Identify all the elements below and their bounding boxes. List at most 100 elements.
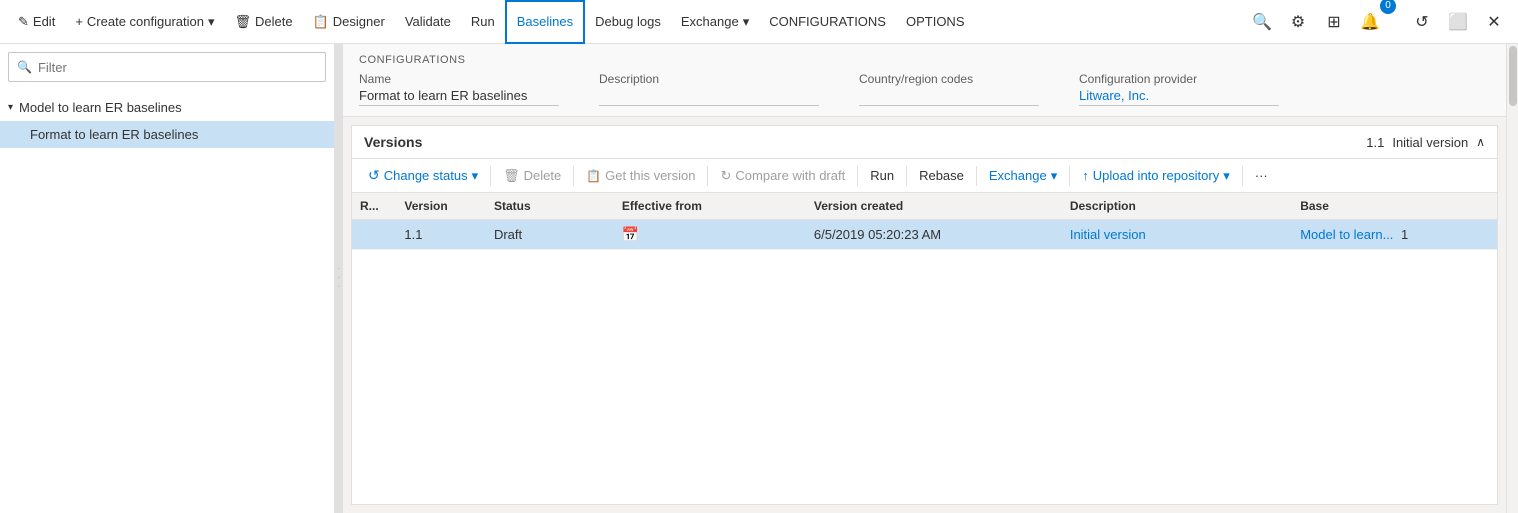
versions-delete-icon: 🗑 [503, 168, 520, 184]
cell-r [352, 220, 396, 250]
col-header-version: Version [396, 193, 486, 220]
base-number: 1 [1401, 227, 1408, 242]
delete-button[interactable]: 🗑 Delete [225, 0, 303, 44]
upload-dropdown-icon: ▾ [1223, 168, 1230, 184]
col-header-effective-from: Effective from [614, 193, 806, 220]
exchange-button[interactable]: Exchange ▾ [671, 0, 759, 44]
refresh-button[interactable]: ↺ [1406, 6, 1438, 38]
search-toolbar-button[interactable]: 🔍 [1246, 6, 1278, 38]
dropdown-arrow-icon: ▾ [208, 14, 215, 30]
col-header-description: Description [1062, 193, 1292, 220]
sidebar: 🔍 ▾ Model to learn ER baselines Format t… [0, 44, 335, 513]
main-layout: 🔍 ▾ Model to learn ER baselines Format t… [0, 44, 1518, 513]
create-config-button[interactable]: + Create configuration ▾ [65, 0, 224, 44]
configurations-nav-button[interactable]: CONFIGURATIONS [759, 0, 896, 44]
country-label: Country/region codes [859, 72, 1039, 86]
config-fields: Name Format to learn ER baselines Descri… [359, 72, 1490, 106]
more-icon: ··· [1255, 168, 1268, 183]
version-number: 1.1 [1366, 135, 1384, 150]
filter-container: 🔍 [8, 52, 326, 82]
description-label: Description [599, 72, 819, 86]
edit-icon: ✎ [18, 14, 29, 30]
toolbar-separator-7 [1069, 166, 1070, 186]
get-version-icon: 📋 [586, 169, 601, 183]
run-button[interactable]: Run [461, 0, 505, 44]
designer-icon: 📋 [313, 14, 329, 30]
cell-effective-from: 📅 [614, 220, 806, 250]
tree-parent-item[interactable]: ▾ Model to learn ER baselines [0, 94, 334, 121]
versions-table: R... Version Status Effective from Versi… [352, 193, 1497, 504]
options-button[interactable]: OPTIONS [896, 0, 975, 44]
baselines-button[interactable]: Baselines [505, 0, 585, 44]
notification-container: 🔔 0 [1354, 6, 1402, 38]
scrollbar-thumb[interactable] [1509, 46, 1517, 106]
base-link[interactable]: Model to learn... [1300, 227, 1393, 242]
tree-child-item[interactable]: Format to learn ER baselines [0, 121, 334, 148]
versions-header: Versions 1.1 Initial version ∧ [352, 126, 1497, 159]
maximize-button[interactable]: ⬜ [1442, 6, 1474, 38]
versions-chevron-icon[interactable]: ∧ [1476, 135, 1485, 149]
designer-button[interactable]: 📋 Designer [303, 0, 395, 44]
versions-exchange-dropdown-icon: ▾ [1051, 168, 1058, 184]
close-button[interactable]: ✕ [1478, 6, 1510, 38]
table-header-row: R... Version Status Effective from Versi… [352, 193, 1497, 220]
upload-into-repository-button[interactable]: ↑ Upload into repository ▾ [1074, 164, 1238, 188]
plus-icon: + [75, 14, 83, 29]
content-area: CONFIGURATIONS Name Format to learn ER b… [343, 44, 1506, 513]
config-field-country: Country/region codes [859, 72, 1039, 106]
scrollbar[interactable] [1506, 44, 1518, 513]
col-header-base: Base [1292, 193, 1497, 220]
versions-toolbar: ↺ Change status ▾ 🗑 Delete 📋 Get this ve… [352, 159, 1497, 193]
tree-parent-label: Model to learn ER baselines [19, 100, 182, 115]
col-header-version-created: Version created [806, 193, 1062, 220]
toolbar-separator-2 [573, 166, 574, 186]
section-label: CONFIGURATIONS [359, 54, 1490, 66]
settings-icon-button[interactable]: ⚙ [1282, 6, 1314, 38]
versions-delete-button[interactable]: 🗑 Delete [495, 164, 569, 188]
provider-label: Configuration provider [1079, 72, 1279, 86]
rebase-button[interactable]: Rebase [911, 164, 972, 187]
provider-value[interactable]: Litware, Inc. [1079, 88, 1279, 106]
gear-icon: ⚙ [1291, 12, 1305, 32]
get-this-version-button[interactable]: 📋 Get this version [578, 164, 703, 187]
edit-button[interactable]: ✎ Edit [8, 0, 65, 44]
versions-panel: Versions 1.1 Initial version ∧ ↺ Change … [351, 125, 1498, 505]
cell-version: 1.1 [396, 220, 486, 250]
toolbar-right: 🔍 ⚙ ⊞ 🔔 0 ↺ ⬜ ✕ [1246, 6, 1510, 38]
search-icon: 🔍 [1252, 12, 1272, 32]
refresh-icon: ↺ [1415, 12, 1428, 32]
toolbar-separator-8 [1242, 166, 1243, 186]
versions-meta: 1.1 Initial version ∧ [1366, 135, 1485, 150]
col-header-status: Status [486, 193, 614, 220]
windows-icon-button[interactable]: ⊞ [1318, 6, 1350, 38]
table-row[interactable]: 1.1 Draft 📅 6/5/2019 05:20:23 AM Initial… [352, 220, 1497, 250]
cell-status: Draft [486, 220, 614, 250]
name-label: Name [359, 72, 559, 86]
resize-handle[interactable]: · · · [335, 44, 343, 513]
toolbar-separator-4 [857, 166, 858, 186]
versions-exchange-button[interactable]: Exchange ▾ [981, 164, 1065, 188]
main-toolbar: ✎ Edit + Create configuration ▾ 🗑 Delete… [0, 0, 1518, 44]
country-value [859, 88, 1039, 106]
debug-logs-button[interactable]: Debug logs [585, 0, 671, 44]
versions-run-button[interactable]: Run [862, 164, 902, 187]
description-link[interactable]: Initial version [1070, 227, 1146, 242]
config-header: CONFIGURATIONS Name Format to learn ER b… [343, 44, 1506, 117]
cell-description: Initial version [1062, 220, 1292, 250]
versions-data-table: R... Version Status Effective from Versi… [352, 193, 1497, 250]
toolbar-separator-6 [976, 166, 977, 186]
exchange-dropdown-icon: ▾ [743, 14, 750, 30]
change-status-button[interactable]: ↺ Change status ▾ [360, 163, 486, 188]
maximize-icon: ⬜ [1448, 12, 1468, 32]
compare-with-draft-button[interactable]: ↻ Compare with draft [712, 164, 853, 188]
validate-button[interactable]: Validate [395, 0, 461, 44]
col-header-r: R... [352, 193, 396, 220]
config-field-provider: Configuration provider Litware, Inc. [1079, 72, 1279, 106]
toolbar-separator-5 [906, 166, 907, 186]
filter-search-icon: 🔍 [17, 60, 32, 74]
calendar-icon[interactable]: 📅 [622, 226, 639, 242]
more-options-button[interactable]: ··· [1247, 164, 1276, 187]
compare-icon: ↻ [720, 168, 731, 184]
windows-icon: ⊞ [1327, 12, 1340, 32]
filter-input[interactable] [38, 60, 317, 75]
